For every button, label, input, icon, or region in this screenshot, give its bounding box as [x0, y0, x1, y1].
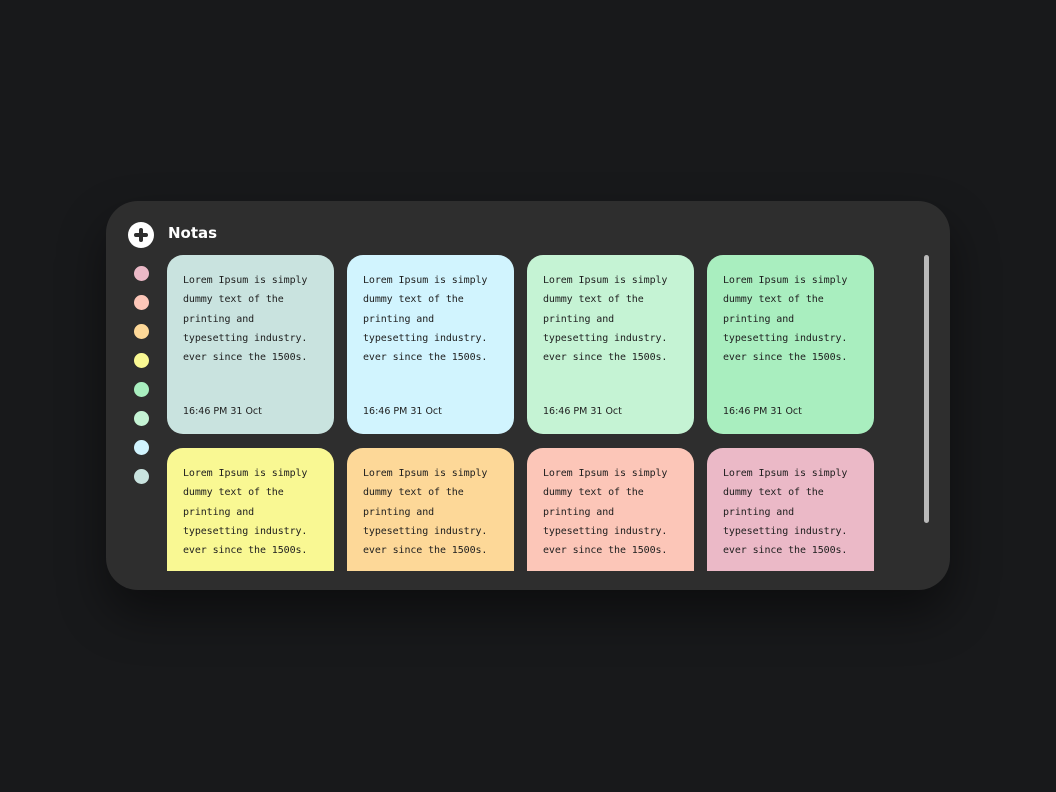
add-note-button[interactable] — [128, 222, 154, 248]
color-swatch-light-blue[interactable] — [134, 440, 149, 455]
note-timestamp: 16:46 PM 31 Oct — [543, 406, 622, 417]
scrollbar-thumb[interactable] — [924, 255, 929, 523]
app-title: Notas — [168, 224, 218, 242]
note-text: Lorem Ipsum is simply dummy text of the … — [543, 275, 668, 364]
color-swatch-orange[interactable] — [134, 324, 149, 339]
note-card[interactable]: Lorem Ipsum is simply dummy text of the … — [347, 448, 514, 571]
note-card[interactable]: Lorem Ipsum is simply dummy text of the … — [347, 255, 514, 434]
note-timestamp: 16:46 PM 31 Oct — [723, 406, 802, 417]
color-palette — [134, 266, 150, 498]
note-text: Lorem Ipsum is simply dummy text of the … — [723, 275, 848, 364]
color-swatch-pink[interactable] — [134, 266, 149, 281]
note-timestamp: 16:46 PM 31 Oct — [183, 406, 262, 417]
scrollbar[interactable] — [924, 255, 929, 523]
color-swatch-yellow[interactable] — [134, 353, 149, 368]
note-text: Lorem Ipsum is simply dummy text of the … — [363, 468, 488, 557]
note-card[interactable]: Lorem Ipsum is simply dummy text of the … — [527, 448, 694, 571]
note-card[interactable]: Lorem Ipsum is simply dummy text of the … — [707, 448, 874, 571]
note-text: Lorem Ipsum is simply dummy text of the … — [543, 468, 668, 557]
notes-area: Lorem Ipsum is simply dummy text of the … — [167, 255, 887, 571]
note-card[interactable]: Lorem Ipsum is simply dummy text of the … — [167, 255, 334, 434]
note-text: Lorem Ipsum is simply dummy text of the … — [183, 468, 308, 557]
note-text: Lorem Ipsum is simply dummy text of the … — [723, 468, 848, 557]
note-timestamp: 16:46 PM 31 Oct — [363, 406, 442, 417]
note-text: Lorem Ipsum is simply dummy text of the … — [183, 275, 308, 364]
notes-grid: Lorem Ipsum is simply dummy text of the … — [167, 255, 887, 571]
note-text: Lorem Ipsum is simply dummy text of the … — [363, 275, 488, 364]
note-card[interactable]: Lorem Ipsum is simply dummy text of the … — [167, 448, 334, 571]
note-card[interactable]: Lorem Ipsum is simply dummy text of the … — [527, 255, 694, 434]
color-swatch-salmon[interactable] — [134, 295, 149, 310]
note-card[interactable]: Lorem Ipsum is simply dummy text of the … — [707, 255, 874, 434]
notes-app-panel: Notas Lorem Ipsum is simply dummy text o… — [106, 201, 950, 590]
color-swatch-grey-teal[interactable] — [134, 469, 149, 484]
color-swatch-mint[interactable] — [134, 411, 149, 426]
color-swatch-green[interactable] — [134, 382, 149, 397]
